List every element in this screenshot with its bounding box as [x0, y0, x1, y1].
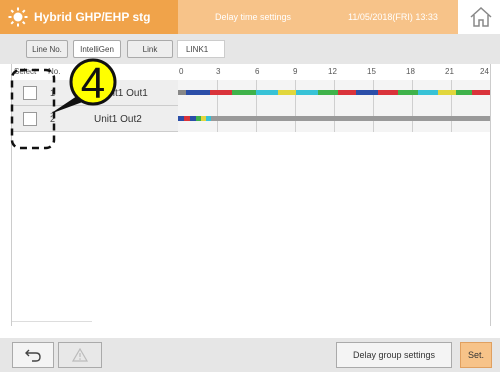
- home-icon: [470, 6, 492, 27]
- timeline-segment: [356, 90, 378, 95]
- home-button[interactable]: [462, 0, 500, 34]
- scroll-indicator[interactable]: [12, 321, 92, 322]
- timeline-segment: [186, 90, 210, 95]
- app-title: Hybrid GHP/EHP stg: [34, 10, 151, 24]
- timeline-segment: [318, 90, 338, 95]
- tick-label: 18: [406, 67, 415, 76]
- screen-title: Delay time settings: [178, 0, 328, 34]
- timeline-segment: [438, 90, 456, 95]
- tick-label: 21: [445, 67, 454, 76]
- back-arrow-icon: [25, 349, 41, 362]
- app-title-bar: Hybrid GHP/EHP stg: [0, 0, 178, 34]
- tick-label: 3: [216, 67, 221, 76]
- delay-group-settings-button[interactable]: Delay group settings: [336, 342, 452, 368]
- row-timeline: [178, 106, 490, 132]
- timeline-segment: [211, 116, 490, 121]
- header-bar: Hybrid GHP/EHP stg Delay time settings 1…: [0, 0, 500, 34]
- callout-number: 4: [81, 59, 105, 108]
- warning-button[interactable]: [58, 342, 102, 368]
- timeline-segment: [456, 90, 472, 95]
- tick-label: 9: [293, 67, 298, 76]
- footer-bar: Delay group settings Set.: [0, 338, 500, 372]
- timeline-segment: [338, 90, 356, 95]
- datetime-display: 11/05/2018(FRI) 13:33: [328, 0, 458, 34]
- set-button[interactable]: Set.: [460, 342, 492, 368]
- tick-label: 15: [367, 67, 376, 76]
- timeline-segment: [398, 90, 418, 95]
- warning-icon: [72, 348, 88, 362]
- timeline-segment: [256, 90, 278, 95]
- timeline-segment: [472, 90, 490, 95]
- sun-logo-icon: [8, 7, 28, 27]
- timeline-segment: [178, 90, 186, 95]
- timeline-segment: [278, 90, 296, 95]
- tick-label: 12: [328, 67, 337, 76]
- timeline-segment: [296, 90, 318, 95]
- tick-label: 6: [255, 67, 260, 76]
- timeline-segment: [418, 90, 438, 95]
- tick-label: 24: [480, 67, 489, 76]
- timeline-segment: [378, 90, 398, 95]
- link-button[interactable]: Link: [127, 40, 173, 58]
- back-button[interactable]: [12, 342, 54, 368]
- time-scale: 0 3 6 9 12 15 18 21 24: [178, 64, 490, 80]
- tick-label: 0: [179, 67, 184, 76]
- timeline-segment: [210, 90, 232, 95]
- timeline-segment: [232, 90, 256, 95]
- row-timeline: [178, 80, 490, 106]
- callout-annotation: 4: [10, 58, 117, 150]
- link-value: LINK1: [177, 40, 225, 58]
